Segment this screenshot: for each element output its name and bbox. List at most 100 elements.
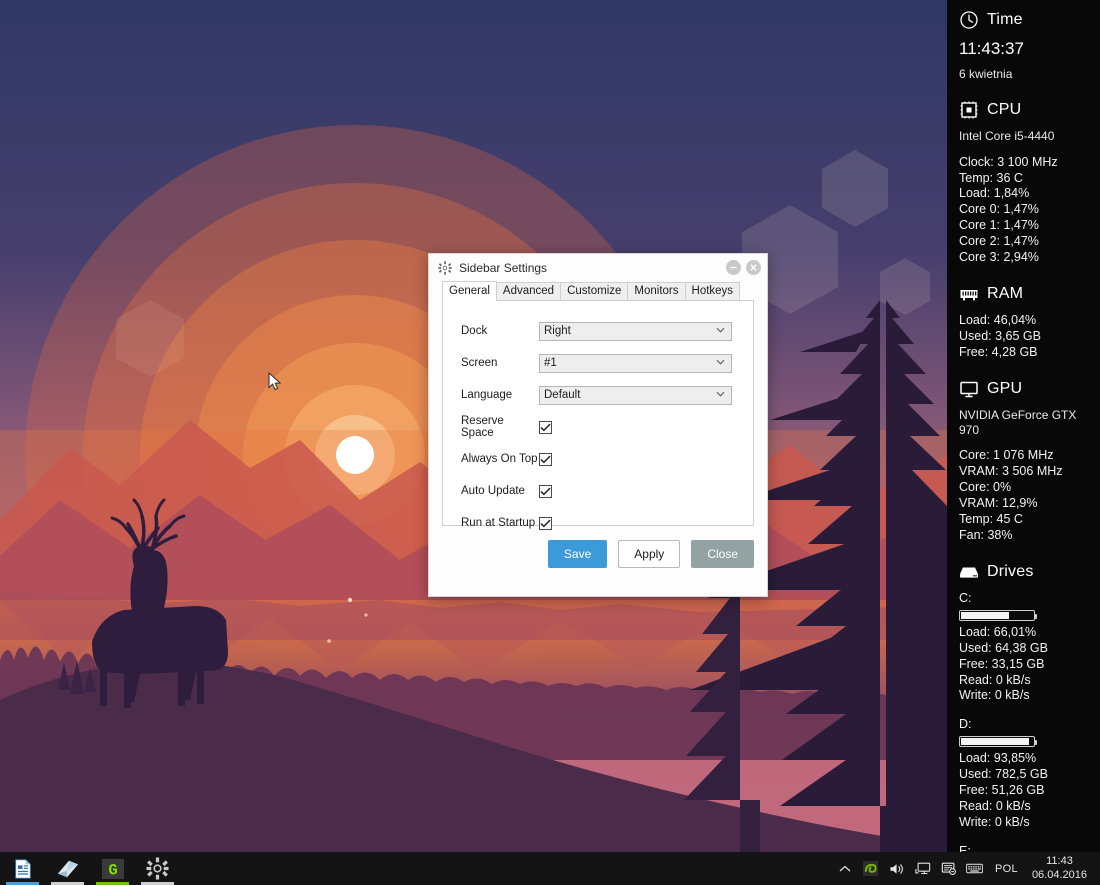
taskbar-item-document-app[interactable] [0,852,45,885]
drive-stat-row: Used: 64,38 GB [959,640,1048,655]
clock-date: 06.04.2016 [1031,868,1087,881]
close-icon [750,264,757,271]
taskbar[interactable]: G POL 11:43 06.04.2016 [0,852,1100,885]
save-button[interactable]: Save [547,540,608,568]
system-monitor-sidebar[interactable]: Time 11:43:37 6 kwietnia CPU Intel Core … [947,0,1100,852]
tab-hotkeys[interactable]: Hotkeys [684,282,741,301]
always-on-top-checkbox[interactable] [539,452,552,466]
drive-stat-row: Write: 0 kB/s [959,688,1030,703]
drive-stat-row: Load: 66,01% [959,624,1037,639]
drive-usage-fill [961,738,1029,746]
sidebar-settings-dialog[interactable]: Sidebar Settings General Advanced Custom… [428,253,768,597]
chevron-down-icon [716,359,725,365]
nvidia-icon [863,861,879,876]
drive-letter: E: [959,843,971,852]
drive-stat-row: Load: 93,85% [959,751,1037,766]
taskbar-item-terminal-app[interactable]: G [90,852,135,885]
chevron-down-icon [716,327,725,333]
chevron-down-icon [716,391,725,397]
tab-monitors[interactable]: Monitors [627,282,686,301]
action-center-icon [941,862,956,875]
time-heading: Time [987,11,1023,28]
keyboard-tray-icon[interactable] [966,860,983,877]
document-icon [14,858,31,879]
chevron-up-icon [839,865,850,871]
system-tray[interactable]: POL 11:43 06.04.2016 [836,852,1100,885]
ram-stat-row: Used: 3,65 GB [959,328,1041,343]
gpu-stat-row: VRAM: 3 506 MHz [959,464,1063,479]
svg-text:G: G [108,861,117,879]
sidebar-section-time: Time 11:43:37 6 kwietnia [947,10,1100,82]
field-row-run-at-startup: Run at Startup [443,507,753,539]
date-value: 6 kwietnia [959,66,1013,81]
ram-stat-row: Load: 46,04% [959,313,1037,328]
dialog-title: Sidebar Settings [459,260,548,275]
taskbar-app-buttons[interactable]: G [0,852,180,885]
screen-select[interactable]: #1 [539,353,732,373]
field-row-language: Language Default [443,379,753,411]
sidebar-section-ram: RAM Load: 46,04% Used: 3,65 GB Free: 4,2… [947,284,1100,361]
field-row-dock: Dock Right [443,315,753,347]
gpu-stat-row: Core: 0% [959,480,1012,495]
hard-drive-icon [960,567,978,578]
minimize-button[interactable] [726,260,741,275]
run-at-startup-checkbox[interactable] [539,516,552,530]
taskbar-item-book-app[interactable] [45,852,90,885]
drive-stat-row: Read: 0 kB/s [959,672,1031,687]
cpu-stat-row: Load: 1,84% [959,186,1030,201]
gpu-heading: GPU [987,379,1023,397]
show-hidden-icons-button[interactable] [836,860,853,877]
gpu-header: GPU [947,379,1100,399]
cpu-stats: Clock: 3 100 MHz Temp: 36 C Load: 1,84% … [947,155,1100,266]
mouse-pointer-icon [268,371,282,391]
language-indicator[interactable]: POL [992,863,1021,875]
volume-tray-icon[interactable] [888,860,905,877]
tab-customize[interactable]: Customize [560,282,629,301]
gpu-stat-row: Fan: 38% [959,527,1013,542]
memory-stick-icon [960,289,978,301]
reserve-space-label: Reserve Space [461,415,504,439]
monitor-icon [960,381,978,398]
clock-value: 11:43:37 [959,39,1024,59]
speaker-icon [889,863,903,874]
sidebar-section-drives: Drives C: Load: 66,01% Used: 64,38 GB Fr… [947,562,1100,852]
gpu-stat-row: VRAM: 12,9% [959,496,1038,511]
apply-button[interactable]: Apply [618,540,681,568]
network-tray-icon[interactable] [914,860,931,877]
check-icon [540,455,551,463]
dock-select[interactable]: Right [539,321,732,341]
gear-icon [438,260,452,275]
drives-heading: Drives [987,562,1034,580]
cpu-stat-row: Core 3: 2,94% [959,249,1039,264]
drive-usage-bar [959,736,1037,748]
screen-value: #1 [544,357,557,369]
reserve-space-checkbox[interactable] [539,420,552,434]
cpu-stat-row: Temp: 36 C [959,170,1023,185]
dialog-tabs[interactable]: General Advanced Customize Monitors Hotk… [429,281,767,301]
language-value: Default [544,389,581,401]
language-select[interactable]: Default [539,385,732,405]
field-row-reserve-space: Reserve Space [443,411,753,443]
action-center-icon[interactable] [940,860,957,877]
nvidia-tray-icon[interactable] [862,860,879,877]
run-at-startup-label: Run at Startup [461,517,536,529]
drive-stat-row: Read: 0 kB/s [959,798,1031,813]
tab-general[interactable]: General [442,281,497,301]
taskbar-clock[interactable]: 11:43 06.04.2016 [1030,855,1091,883]
close-button[interactable] [746,260,761,275]
field-row-auto-update: Auto Update [443,475,753,507]
dialog-titlebar[interactable]: Sidebar Settings [429,254,767,281]
cpu-stat-row: Core 0: 1,47% [959,202,1039,217]
close-dialog-button[interactable]: Close [691,540,754,568]
taskbar-item-settings-app[interactable] [135,852,180,885]
gpu-model: NVIDIA GeForce GTX 970 [959,408,1077,438]
drive-stat-row: Free: 51,26 GB [959,782,1045,797]
drive-stat-row: Free: 33,15 GB [959,656,1045,671]
auto-update-checkbox[interactable] [539,484,552,498]
sidebar-section-cpu: CPU Intel Core i5-4440 Clock: 3 100 MHz … [947,100,1100,266]
ram-stat-row: Free: 4,28 GB [959,344,1038,359]
time-header: Time [947,10,1100,30]
dock-value: Right [544,325,571,337]
tab-advanced[interactable]: Advanced [495,282,562,301]
